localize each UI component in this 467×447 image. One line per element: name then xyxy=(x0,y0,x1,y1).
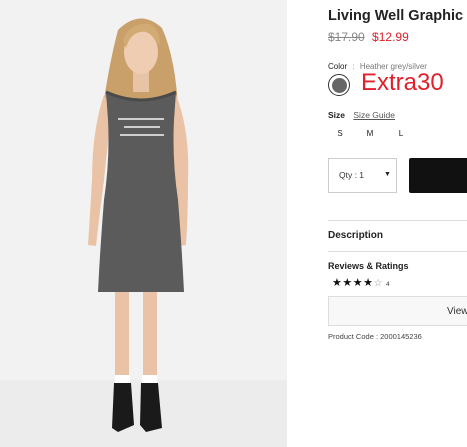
size-label: Size xyxy=(328,110,346,120)
star-rating: ★★★★☆ 4 xyxy=(332,276,390,289)
size-row: Size Size Guide xyxy=(328,110,395,120)
promo-text: Extra30 xyxy=(361,69,444,96)
color-swatch-selected[interactable] xyxy=(328,74,350,96)
add-to-bag-button[interactable] xyxy=(409,158,467,193)
divider xyxy=(328,251,467,252)
size-option-s[interactable]: S xyxy=(330,129,350,138)
color-label: Color xyxy=(328,62,348,71)
color-separator: : xyxy=(352,62,355,71)
description-toggle[interactable]: Description xyxy=(328,230,383,241)
star-full-icon: ★ xyxy=(332,277,343,289)
view-reviews-button[interactable]: View xyxy=(328,296,467,326)
original-price: $17.90 xyxy=(328,30,365,44)
caret-down-icon: ▼ xyxy=(384,171,391,178)
star-full-icon: ★ xyxy=(363,277,374,289)
star-full-icon: ★ xyxy=(352,277,364,289)
product-image[interactable] xyxy=(0,0,287,447)
star-empty-icon: ☆ xyxy=(373,278,383,289)
product-title: Living Well Graphic xyxy=(328,8,464,24)
sale-price: $12.99 xyxy=(372,30,409,44)
quantity-select[interactable]: Qty : 1 ▼ xyxy=(328,158,397,193)
divider xyxy=(328,220,467,221)
star-full-icon: ★ xyxy=(342,277,353,289)
size-option-l[interactable]: L xyxy=(391,129,411,138)
price-row: $17.90 $12.99 xyxy=(328,30,409,44)
size-option-m[interactable]: M xyxy=(360,129,380,138)
model-photo xyxy=(0,0,287,447)
view-button-label: View xyxy=(447,306,467,317)
size-guide-link[interactable]: Size Guide xyxy=(353,110,395,120)
review-count: 4 xyxy=(385,281,391,288)
reviews-heading: Reviews & Ratings xyxy=(328,261,409,271)
quantity-label: Qty : 1 xyxy=(339,170,365,180)
product-code: Product Code : 2000145236 xyxy=(328,332,422,341)
color-swatch xyxy=(331,77,347,93)
